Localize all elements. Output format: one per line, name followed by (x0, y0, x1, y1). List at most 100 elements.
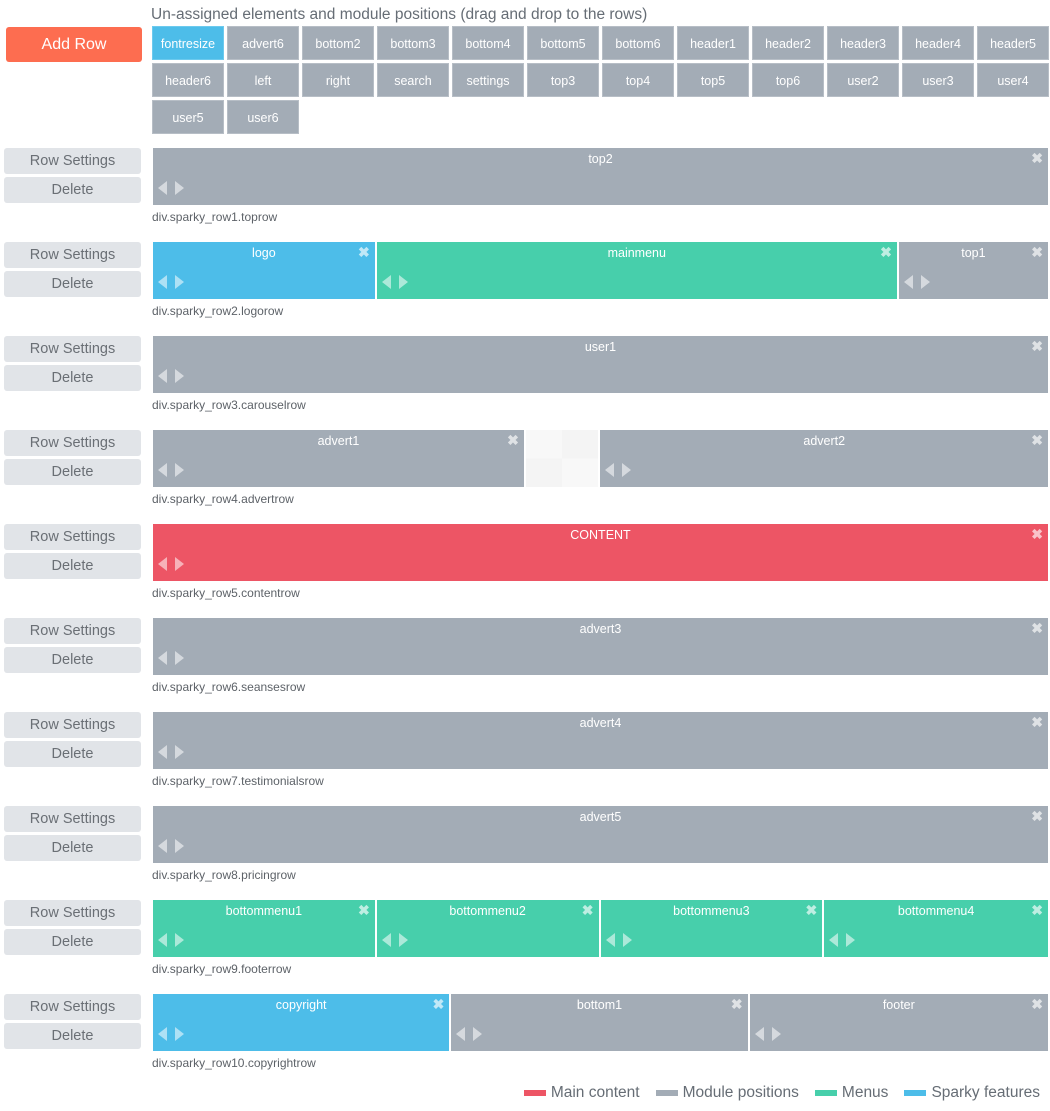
shrink-left-icon[interactable] (605, 933, 615, 947)
module-block-top2[interactable]: top2 ✖ (153, 148, 1048, 205)
close-icon[interactable]: ✖ (507, 432, 519, 449)
row-delete-button[interactable]: Delete (4, 647, 141, 673)
shrink-left-icon[interactable] (158, 181, 167, 195)
close-icon[interactable]: ✖ (880, 244, 892, 261)
module-block-copyright[interactable]: copyright ✖ (153, 994, 452, 1051)
shrink-left-icon[interactable] (605, 463, 615, 477)
unassigned-chip-advert6[interactable]: advert6 (227, 26, 299, 60)
module-block-logo[interactable]: logo ✖ (153, 242, 377, 299)
row-delete-button[interactable]: Delete (4, 1023, 141, 1049)
close-icon[interactable]: ✖ (1031, 902, 1043, 919)
shrink-left-icon[interactable] (158, 275, 167, 289)
close-icon[interactable]: ✖ (1031, 432, 1043, 449)
shrink-left-icon[interactable] (158, 839, 167, 853)
shrink-left-icon[interactable] (381, 275, 391, 289)
expand-right-icon[interactable] (398, 933, 408, 947)
expand-right-icon[interactable] (473, 1027, 483, 1041)
unassigned-chip-bottom5[interactable]: bottom5 (527, 26, 599, 60)
close-icon[interactable]: ✖ (731, 996, 743, 1013)
unassigned-chip-right[interactable]: right (302, 63, 374, 97)
expand-right-icon[interactable] (175, 651, 184, 665)
row-delete-button[interactable]: Delete (4, 929, 141, 955)
expand-right-icon[interactable] (771, 1027, 781, 1041)
row-delete-button[interactable]: Delete (4, 365, 141, 391)
unassigned-chip-top3[interactable]: top3 (527, 63, 599, 97)
module-block-mainmenu[interactable]: mainmenu ✖ (376, 242, 899, 299)
close-icon[interactable]: ✖ (1031, 808, 1043, 825)
unassigned-chip-bottom3[interactable]: bottom3 (377, 26, 449, 60)
row-settings-button[interactable]: Row Settings (4, 712, 141, 738)
unassigned-chip-top6[interactable]: top6 (752, 63, 824, 97)
unassigned-chip-header4[interactable]: header4 (902, 26, 974, 60)
close-icon[interactable]: ✖ (1031, 620, 1043, 637)
unassigned-chip-settings[interactable]: settings (452, 63, 524, 97)
unassigned-chip-fontresize[interactable]: fontresize (152, 26, 224, 60)
add-row-button[interactable]: Add Row (6, 27, 142, 62)
row-settings-button[interactable]: Row Settings (4, 900, 141, 926)
expand-right-icon[interactable] (175, 1027, 184, 1041)
expand-right-icon[interactable] (175, 745, 184, 759)
shrink-left-icon[interactable] (158, 745, 167, 759)
shrink-left-icon[interactable] (158, 463, 167, 477)
module-block-bottom1[interactable]: bottom1 ✖ (451, 994, 750, 1051)
expand-right-icon[interactable] (846, 933, 856, 947)
unassigned-chip-header3[interactable]: header3 (827, 26, 899, 60)
module-block-bottommenu3[interactable]: bottommenu3 ✖ (600, 900, 825, 957)
row-settings-button[interactable]: Row Settings (4, 994, 141, 1020)
empty-slot[interactable] (525, 430, 601, 487)
expand-right-icon[interactable] (175, 181, 184, 195)
row-delete-button[interactable]: Delete (4, 553, 141, 579)
expand-right-icon[interactable] (175, 369, 184, 383)
unassigned-chip-user3[interactable]: user3 (902, 63, 974, 97)
unassigned-chip-top5[interactable]: top5 (677, 63, 749, 97)
unassigned-chip-user6[interactable]: user6 (227, 100, 299, 134)
unassigned-chip-header6[interactable]: header6 (152, 63, 224, 97)
row-settings-button[interactable]: Row Settings (4, 430, 141, 456)
shrink-left-icon[interactable] (381, 933, 391, 947)
row-delete-button[interactable]: Delete (4, 177, 141, 203)
shrink-left-icon[interactable] (158, 933, 167, 947)
close-icon[interactable]: ✖ (433, 996, 445, 1013)
shrink-left-icon[interactable] (158, 369, 167, 383)
module-block-advert4[interactable]: advert4 ✖ (153, 712, 1048, 769)
module-block-top1[interactable]: top1 ✖ (898, 242, 1048, 299)
expand-right-icon[interactable] (175, 933, 184, 947)
unassigned-chip-user4[interactable]: user4 (977, 63, 1049, 97)
module-block-footer[interactable]: footer ✖ (749, 994, 1048, 1051)
close-icon[interactable]: ✖ (358, 244, 370, 261)
row-settings-button[interactable]: Row Settings (4, 806, 141, 832)
shrink-left-icon[interactable] (158, 651, 167, 665)
unassigned-chip-header1[interactable]: header1 (677, 26, 749, 60)
row-settings-button[interactable]: Row Settings (4, 242, 141, 268)
module-block-bottommenu1[interactable]: bottommenu1 ✖ (153, 900, 377, 957)
row-delete-button[interactable]: Delete (4, 271, 141, 297)
close-icon[interactable]: ✖ (806, 902, 818, 919)
unassigned-chip-header2[interactable]: header2 (752, 26, 824, 60)
unassigned-chip-bottom2[interactable]: bottom2 (302, 26, 374, 60)
row-settings-button[interactable]: Row Settings (4, 524, 141, 550)
expand-right-icon[interactable] (398, 275, 408, 289)
expand-right-icon[interactable] (622, 933, 632, 947)
close-icon[interactable]: ✖ (1031, 338, 1043, 355)
expand-right-icon[interactable] (175, 839, 184, 853)
row-settings-button[interactable]: Row Settings (4, 336, 141, 362)
expand-right-icon[interactable] (622, 463, 632, 477)
shrink-left-icon[interactable] (158, 557, 167, 571)
expand-right-icon[interactable] (175, 463, 184, 477)
unassigned-chip-bottom6[interactable]: bottom6 (602, 26, 674, 60)
close-icon[interactable]: ✖ (1031, 714, 1043, 731)
row-settings-button[interactable]: Row Settings (4, 148, 141, 174)
expand-right-icon[interactable] (175, 557, 184, 571)
close-icon[interactable]: ✖ (1031, 150, 1043, 167)
row-delete-button[interactable]: Delete (4, 459, 141, 485)
unassigned-chip-header5[interactable]: header5 (977, 26, 1049, 60)
close-icon[interactable]: ✖ (1031, 996, 1043, 1013)
expand-right-icon[interactable] (175, 275, 184, 289)
unassigned-chip-bottom4[interactable]: bottom4 (452, 26, 524, 60)
module-block-bottommenu4[interactable]: bottommenu4 ✖ (824, 900, 1048, 957)
module-block-advert5[interactable]: advert5 ✖ (153, 806, 1048, 863)
close-icon[interactable]: ✖ (582, 902, 594, 919)
shrink-left-icon[interactable] (829, 933, 839, 947)
module-block-advert1[interactable]: advert1 ✖ (153, 430, 526, 487)
shrink-left-icon[interactable] (456, 1027, 466, 1041)
